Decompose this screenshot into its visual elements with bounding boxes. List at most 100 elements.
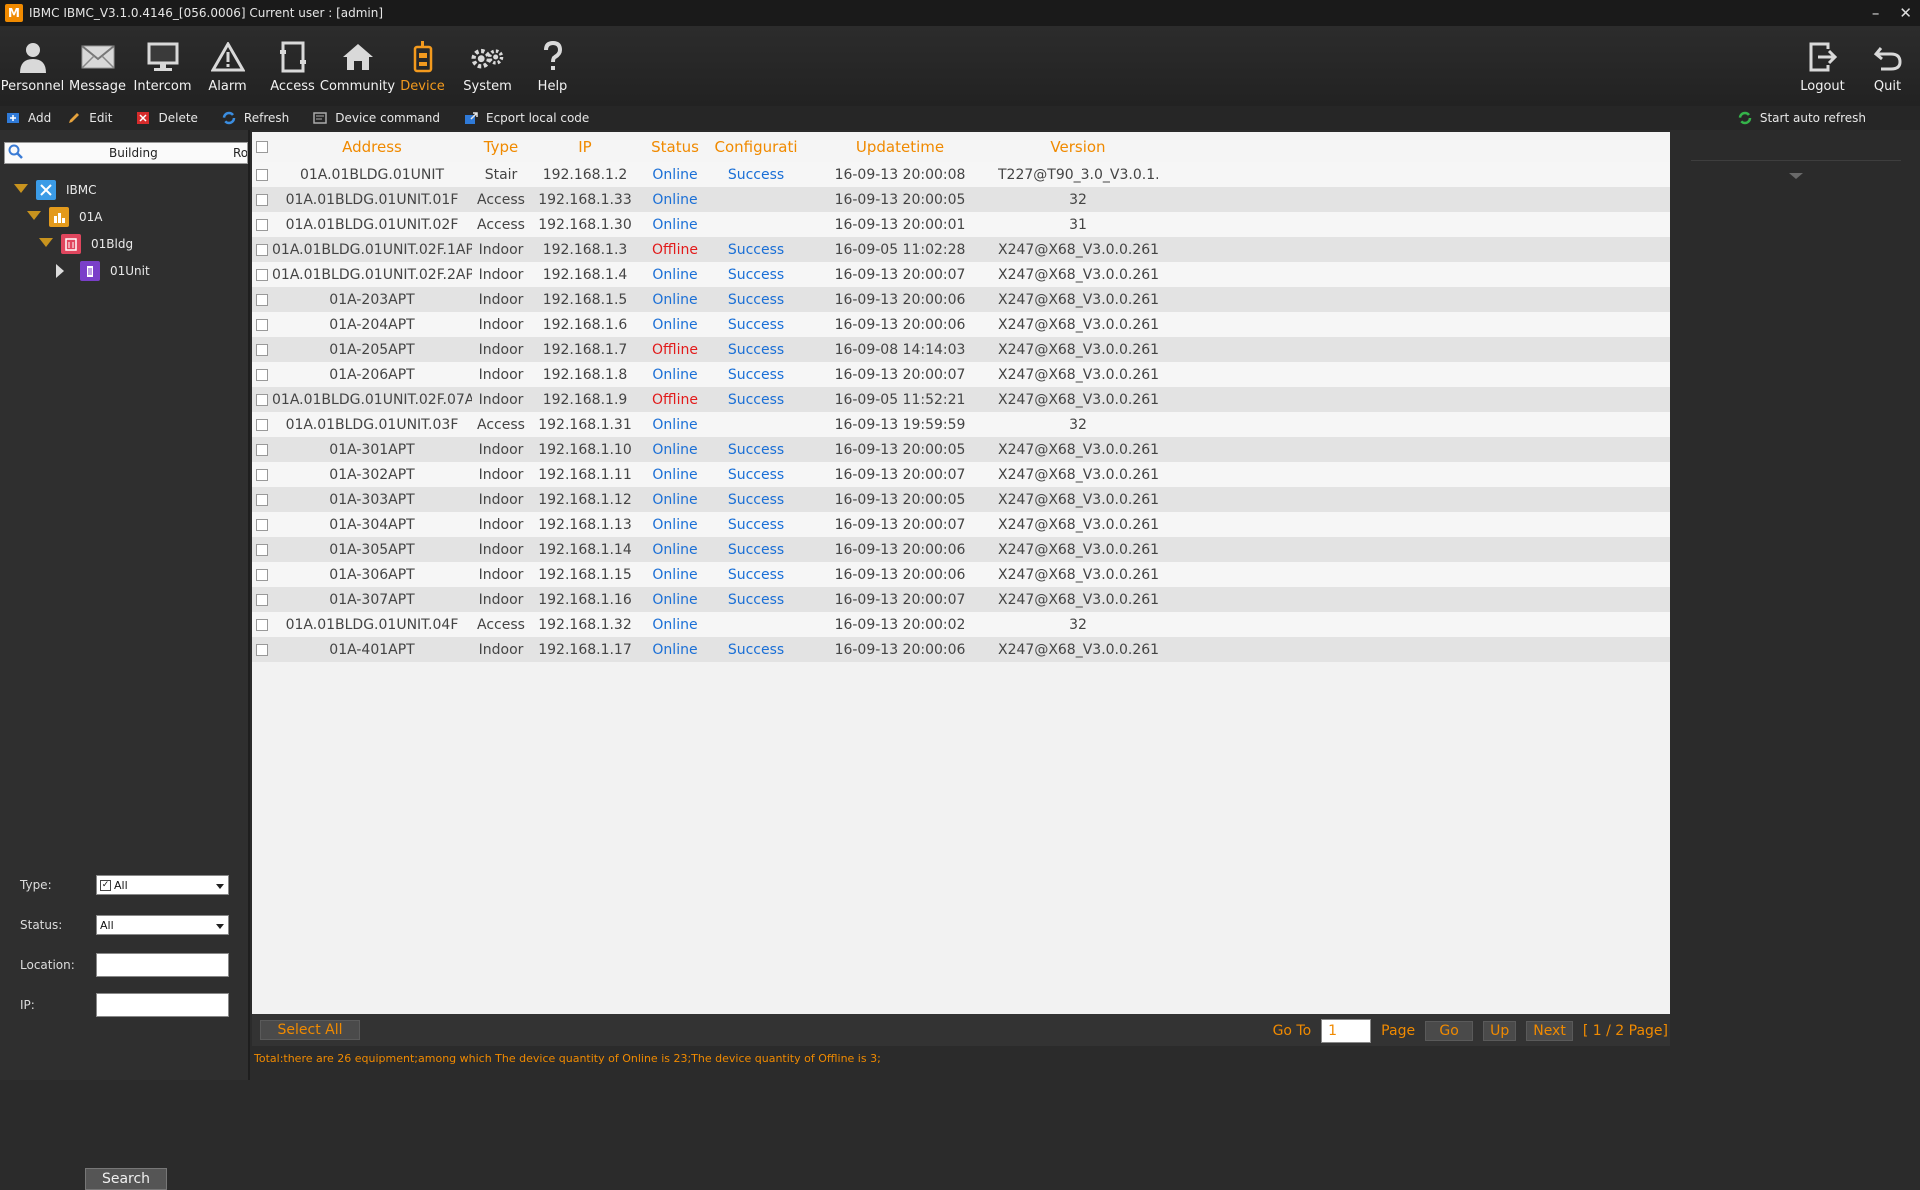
row-checkbox-cell[interactable] bbox=[252, 543, 272, 556]
row-checkbox[interactable] bbox=[256, 543, 268, 556]
start-auto-refresh-button[interactable]: Start auto refresh bbox=[1738, 106, 1866, 130]
device-command-button[interactable]: Device command bbox=[313, 111, 440, 125]
row-checkbox-cell[interactable] bbox=[252, 343, 272, 356]
toolbar-access-button[interactable]: Access bbox=[260, 26, 325, 106]
row-checkbox[interactable] bbox=[256, 643, 268, 656]
table-row[interactable]: 01A.01BLDG.01UNIT.03F Access 192.168.1.31 O… bbox=[252, 412, 1670, 437]
table-row[interactable]: 01A-205APT Indoor 192.168.1.7 Offline Succes… bbox=[252, 337, 1670, 362]
row-checkbox[interactable] bbox=[256, 293, 268, 306]
status-select[interactable]: All bbox=[96, 915, 229, 935]
row-checkbox-cell[interactable] bbox=[252, 393, 272, 406]
table-row[interactable]: 01A.01BLDG.01UNIT.02F.2APT Indoor 192.168.… bbox=[252, 262, 1670, 287]
row-checkbox-cell[interactable] bbox=[252, 643, 272, 656]
toolbar-system-button[interactable]: System bbox=[455, 26, 520, 106]
toolbar-device-button[interactable]: Device bbox=[390, 26, 455, 106]
table-row[interactable]: 01A.01BLDG.01UNIT.02F Access 192.168.1.30 O… bbox=[252, 212, 1670, 237]
logout-button[interactable]: Logout bbox=[1790, 26, 1855, 106]
table-row[interactable]: 01A-305APT Indoor 192.168.1.14 Online Succes… bbox=[252, 537, 1670, 562]
add-button[interactable]: Add bbox=[6, 111, 51, 125]
row-checkbox[interactable] bbox=[256, 393, 268, 406]
row-checkbox-cell[interactable] bbox=[252, 618, 272, 631]
table-row[interactable]: 01A.01BLDG.01UNIT.02F.1APT Indoor 192.168.… bbox=[252, 237, 1670, 262]
row-checkbox[interactable] bbox=[256, 518, 268, 531]
row-checkbox[interactable] bbox=[256, 593, 268, 606]
row-checkbox-cell[interactable] bbox=[252, 518, 272, 531]
row-checkbox[interactable] bbox=[256, 243, 268, 256]
export-local-code-button[interactable]: Ecport local code bbox=[464, 111, 589, 125]
row-checkbox-cell[interactable] bbox=[252, 368, 272, 381]
column-version[interactable]: Version bbox=[998, 138, 1158, 156]
table-row[interactable]: 01A-307APT Indoor 192.168.1.16 Online Succes… bbox=[252, 587, 1670, 612]
table-row[interactable]: 01A-401APT Indoor 192.168.1.17 Online Succes… bbox=[252, 637, 1670, 662]
next-button[interactable]: Next bbox=[1526, 1021, 1573, 1041]
toolbar-personnel-button[interactable]: Personnel bbox=[0, 26, 65, 106]
select-all-button[interactable]: Select All bbox=[260, 1020, 360, 1040]
delete-button[interactable]: Delete bbox=[136, 111, 198, 125]
minimize-button[interactable]: – bbox=[1872, 4, 1880, 22]
row-checkbox[interactable] bbox=[256, 418, 268, 431]
toolbar-help-button[interactable]: Help bbox=[520, 26, 585, 106]
expand-arrow-icon[interactable] bbox=[14, 183, 28, 196]
row-checkbox[interactable] bbox=[256, 268, 268, 281]
row-checkbox-cell[interactable] bbox=[252, 268, 272, 281]
tree-node-01a[interactable]: 01A bbox=[0, 203, 248, 230]
table-row[interactable]: 01A-302APT Indoor 192.168.1.11 Online Succes… bbox=[252, 462, 1670, 487]
header-checkbox[interactable] bbox=[256, 141, 268, 153]
dropdown-caret-icon[interactable] bbox=[1789, 173, 1803, 179]
go-button[interactable]: Go bbox=[1425, 1021, 1474, 1041]
row-checkbox-cell[interactable] bbox=[252, 243, 272, 256]
row-checkbox-cell[interactable] bbox=[252, 468, 272, 481]
search-button[interactable]: Search bbox=[85, 1168, 167, 1190]
table-row[interactable]: 01A.01BLDG.01UNIT Stair 192.168.1.2 Online S… bbox=[252, 162, 1670, 187]
tree-search-bar[interactable]: Building Room bbox=[4, 142, 248, 164]
collapse-arrow-icon[interactable] bbox=[56, 263, 68, 278]
row-checkbox-cell[interactable] bbox=[252, 593, 272, 606]
table-row[interactable]: 01A-301APT Indoor 192.168.1.10 Online Succes… bbox=[252, 437, 1670, 462]
row-checkbox[interactable] bbox=[256, 368, 268, 381]
table-row[interactable]: 01A-306APT Indoor 192.168.1.15 Online Succes… bbox=[252, 562, 1670, 587]
column-status[interactable]: Status bbox=[640, 138, 710, 156]
tab-room[interactable]: Room bbox=[233, 146, 247, 160]
close-button[interactable]: ✕ bbox=[1899, 4, 1912, 22]
select-all-checkbox-cell[interactable] bbox=[252, 141, 272, 153]
toolbar-community-button[interactable]: Community bbox=[320, 26, 395, 106]
table-row[interactable]: 01A.01BLDG.01UNIT.01F Access 192.168.1.33 O… bbox=[252, 187, 1670, 212]
toolbar-alarm-button[interactable]: Alarm bbox=[195, 26, 260, 106]
table-row[interactable]: 01A.01BLDG.01UNIT.04F Access 192.168.1.32 O… bbox=[252, 612, 1670, 637]
row-checkbox-cell[interactable] bbox=[252, 218, 272, 231]
table-row[interactable]: 01A-304APT Indoor 192.168.1.13 Online Succes… bbox=[252, 512, 1670, 537]
refresh-button[interactable]: Refresh bbox=[222, 111, 289, 125]
goto-page-input[interactable]: 1 bbox=[1321, 1019, 1372, 1043]
row-checkbox[interactable] bbox=[256, 193, 268, 206]
tree-node-01bldg[interactable]: 01Bldg bbox=[0, 230, 248, 257]
column-address[interactable]: Address bbox=[272, 138, 472, 156]
edit-button[interactable]: Edit bbox=[67, 111, 112, 125]
ip-input[interactable] bbox=[96, 993, 229, 1017]
row-checkbox-cell[interactable] bbox=[252, 293, 272, 306]
row-checkbox-cell[interactable] bbox=[252, 568, 272, 581]
row-checkbox[interactable] bbox=[256, 343, 268, 356]
row-checkbox[interactable] bbox=[256, 618, 268, 631]
row-checkbox-cell[interactable] bbox=[252, 493, 272, 506]
table-row[interactable]: 01A-204APT Indoor 192.168.1.6 Online Success… bbox=[252, 312, 1670, 337]
quit-button[interactable]: Quit bbox=[1855, 26, 1920, 106]
row-checkbox[interactable] bbox=[256, 168, 268, 181]
row-checkbox[interactable] bbox=[256, 468, 268, 481]
row-checkbox-cell[interactable] bbox=[252, 443, 272, 456]
row-checkbox-cell[interactable] bbox=[252, 318, 272, 331]
table-row[interactable]: 01A.01BLDG.01UNIT.02F.07APT Indoor 192.168… bbox=[252, 387, 1670, 412]
row-checkbox[interactable] bbox=[256, 318, 268, 331]
column-configuration[interactable]: Configurati bbox=[710, 138, 802, 156]
row-checkbox-cell[interactable] bbox=[252, 193, 272, 206]
column-ip[interactable]: IP bbox=[530, 138, 640, 156]
up-button[interactable]: Up bbox=[1483, 1021, 1517, 1041]
toolbar-intercom-button[interactable]: Intercom bbox=[130, 26, 195, 106]
row-checkbox[interactable] bbox=[256, 443, 268, 456]
row-checkbox[interactable] bbox=[256, 218, 268, 231]
table-row[interactable]: 01A-206APT Indoor 192.168.1.8 Online Success… bbox=[252, 362, 1670, 387]
type-select[interactable]: ✓ All bbox=[96, 875, 229, 895]
location-input[interactable] bbox=[96, 953, 229, 977]
row-checkbox[interactable] bbox=[256, 568, 268, 581]
expand-arrow-icon[interactable] bbox=[39, 237, 53, 250]
tree-node-01unit[interactable]: 01Unit bbox=[0, 257, 248, 284]
